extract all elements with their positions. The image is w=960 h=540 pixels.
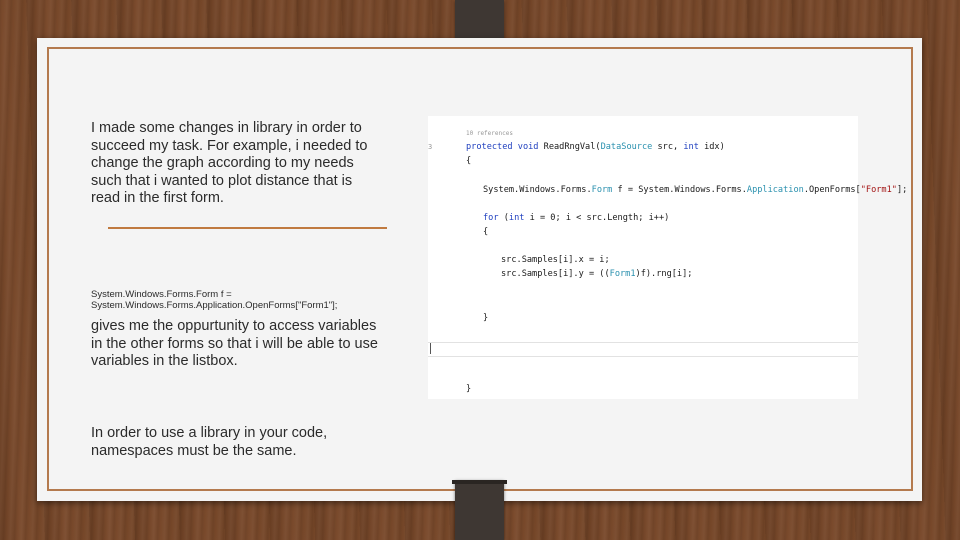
type-datasource: DataSource: [600, 142, 653, 152]
signature-param-src: src,: [652, 142, 684, 152]
text-caret: [430, 343, 431, 354]
type-form: Form: [591, 185, 613, 195]
form-end: ];: [896, 185, 908, 195]
for-open: (: [498, 213, 509, 223]
for-open-brace: {: [483, 227, 489, 237]
code-snippet: System.Windows.Forms.Form f = System.Win…: [91, 289, 391, 311]
for-close-brace: }: [483, 313, 489, 323]
method-signature: protected void ReadRngVal(DataSource src…: [466, 142, 725, 152]
divider-line: [108, 227, 387, 229]
kw-int: int: [683, 142, 699, 152]
samples-y-end: )f).rng[i];: [635, 269, 693, 279]
code-screenshot: 3 10 references protected void ReadRngVa…: [428, 116, 907, 399]
explanation-paragraph: gives me the oppurtunity to access varia…: [91, 318, 378, 369]
type-application: Application: [746, 185, 804, 195]
form-var: f = System.Windows.Forms.: [612, 185, 747, 195]
method-close-brace: }: [466, 384, 472, 394]
code-snippet-line-2: System.Windows.Forms.Application.OpenFor…: [91, 300, 338, 311]
samples-y-start: src.Samples[i].y = ((: [501, 269, 610, 279]
method-open-brace: {: [466, 156, 472, 166]
kw-int-loop: int: [508, 213, 525, 223]
namespace-paragraph: In order to use a library in your code, …: [91, 425, 328, 459]
gutter-marker: 3: [428, 143, 433, 151]
for-loop-line: for (int i = 0; i < src.Length; i++): [483, 213, 669, 223]
samples-x-line: src.Samples[i].x = i;: [501, 255, 610, 265]
type-form1: Form1: [609, 269, 636, 279]
form-ns: System.Windows.Forms.: [483, 185, 592, 195]
code-snippet-line-1: System.Windows.Forms.Form f =: [91, 289, 232, 300]
references-codelens: 10 references: [466, 130, 513, 137]
signature-param-idx: idx): [698, 142, 725, 152]
form-assignment-line: System.Windows.Forms.Form f = System.Win…: [483, 185, 907, 195]
binder-clip-bottom: [452, 480, 507, 540]
method-name: ReadRngVal(: [543, 142, 601, 152]
kw-protected: protected: [466, 142, 513, 152]
kw-void: void: [517, 142, 539, 152]
intro-paragraph: I made some changes in library in order …: [91, 120, 368, 206]
openforms: .OpenForms[: [803, 185, 861, 195]
string-form1: "Form1": [860, 185, 897, 195]
samples-y-line: src.Samples[i].y = ((Form1)f).rng[i];: [501, 269, 692, 279]
kw-for: for: [483, 213, 499, 223]
for-condition: i = 0; i < src.Length; i++): [524, 213, 670, 223]
current-line-highlight: [428, 342, 858, 357]
